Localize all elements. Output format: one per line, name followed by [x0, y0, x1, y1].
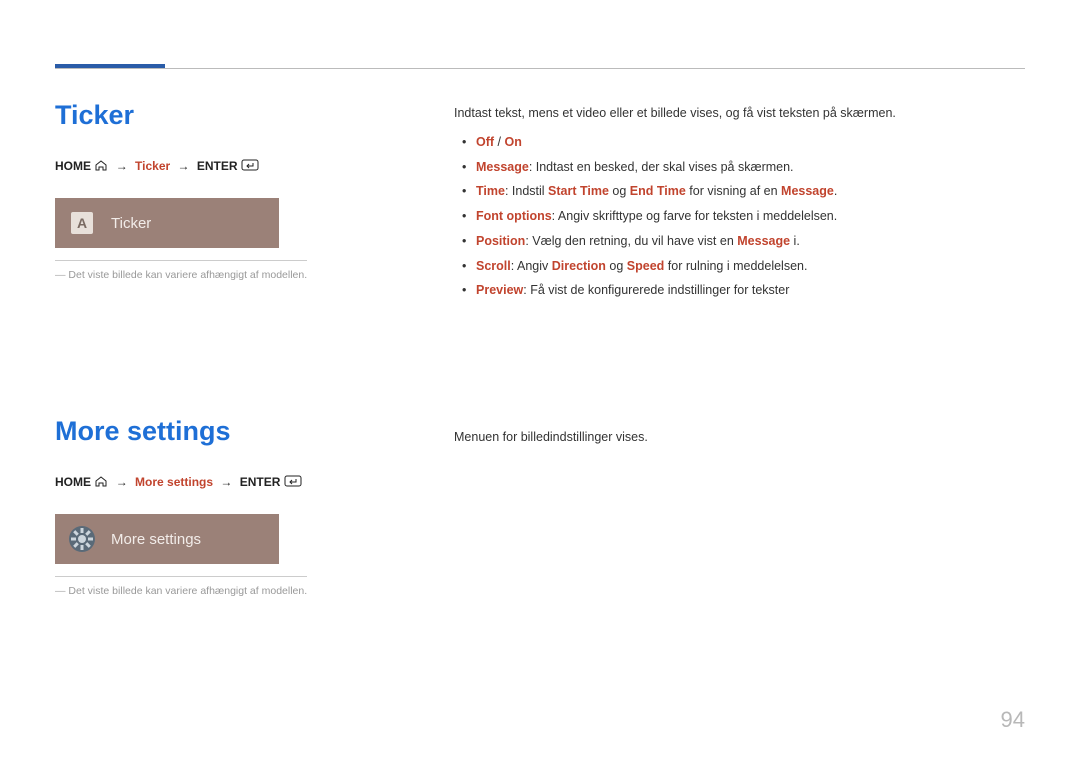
breadcrumb-home: HOME: [55, 159, 91, 173]
more-settings-breadcrumb: HOME → More settings → ENTER: [55, 475, 395, 490]
label-off: Off: [476, 135, 494, 149]
label-message: Message: [476, 160, 529, 174]
ticker-bullet-list: Off / On Message: Indtast en besked, der…: [454, 133, 1014, 300]
s3: for rulning i meddelelsen.: [664, 259, 807, 273]
page-number: 94: [1001, 707, 1025, 733]
bullet-position: Position: Vælg den retning, du vil have …: [454, 232, 1014, 251]
bullet-font-options: Font options: Angiv skrifttype og farve …: [454, 207, 1014, 226]
more-settings-left-column: More settings HOME → More settings → ENT…: [55, 416, 395, 597]
bullet-off-on: Off / On: [454, 133, 1014, 152]
bullet-message: Message: Indtast en besked, der skal vis…: [454, 158, 1014, 177]
slash: /: [494, 135, 504, 149]
t4: .: [834, 184, 837, 198]
more-settings-tile-icon: [67, 524, 97, 554]
label-start-time: Start Time: [548, 184, 609, 198]
more-settings-tile: More settings: [55, 514, 279, 564]
ticker-right-column: Indtast tekst, mens et video eller et bi…: [454, 104, 1014, 306]
text-font: : Angiv skrifttype og farve for teksten …: [552, 209, 838, 223]
enter-icon: [241, 159, 259, 174]
label-position: Position: [476, 234, 525, 248]
ticker-tile-label: Ticker: [111, 215, 151, 232]
t3: for visning af en: [686, 184, 781, 198]
ticker-tile: A Ticker: [55, 198, 279, 248]
more-settings-note: Det viste billede kan variere afhængigt …: [55, 585, 395, 597]
arrow-icon: →: [216, 475, 236, 489]
arrow-icon: →: [174, 159, 194, 173]
ticker-intro: Indtast tekst, mens et video eller et bi…: [454, 104, 1014, 123]
home-icon: [94, 160, 108, 174]
label-time: Time: [476, 184, 505, 198]
label-speed: Speed: [627, 259, 665, 273]
label-end-time: End Time: [630, 184, 686, 198]
p2: i.: [790, 234, 800, 248]
arrow-icon: →: [112, 159, 132, 173]
more-settings-intro: Menuen for billedindstillinger vises.: [454, 428, 1014, 447]
breadcrumb-mid: Ticker: [135, 159, 170, 173]
ticker-left-column: Ticker HOME → Ticker → ENTER A Ticker De…: [55, 100, 395, 281]
label-direction: Direction: [552, 259, 606, 273]
divider: [55, 576, 307, 577]
label-scroll: Scroll: [476, 259, 511, 273]
home-icon: [94, 476, 108, 490]
label-message-ref2: Message: [737, 234, 790, 248]
text-message: : Indtast en besked, der skal vises på s…: [529, 160, 794, 174]
ticker-note: Det viste billede kan variere afhængigt …: [55, 269, 395, 281]
label-on: On: [504, 135, 521, 149]
t1: : Indstil: [505, 184, 548, 198]
arrow-icon: →: [112, 475, 132, 489]
label-font-options: Font options: [476, 209, 552, 223]
divider: [55, 260, 307, 261]
text-preview: : Få vist de konfigurerede indstillinger…: [523, 283, 789, 297]
s2: og: [606, 259, 627, 273]
ticker-tile-icon: A: [67, 208, 97, 238]
gear-icon: [67, 524, 97, 554]
breadcrumb-enter: ENTER: [240, 475, 281, 489]
bullet-scroll: Scroll: Angiv Direction og Speed for rul…: [454, 257, 1014, 276]
enter-icon: [284, 475, 302, 490]
breadcrumb-mid: More settings: [135, 475, 213, 489]
t2: og: [609, 184, 630, 198]
label-message-ref: Message: [781, 184, 834, 198]
more-settings-right-column: Menuen for billedindstillinger vises.: [454, 428, 1014, 447]
p1: : Vælg den retning, du vil have vist en: [525, 234, 737, 248]
label-preview: Preview: [476, 283, 523, 297]
more-settings-heading: More settings: [55, 416, 395, 447]
bullet-preview: Preview: Få vist de konfigurerede indsti…: [454, 281, 1014, 300]
more-settings-tile-label: More settings: [111, 531, 201, 548]
bullet-time: Time: Indstil Start Time og End Time for…: [454, 182, 1014, 201]
ticker-breadcrumb: HOME → Ticker → ENTER: [55, 159, 395, 174]
s1: : Angiv: [511, 259, 552, 273]
letter-a-icon: A: [71, 212, 93, 234]
ticker-heading: Ticker: [55, 100, 395, 131]
header-rule: [55, 68, 1025, 69]
breadcrumb-home: HOME: [55, 475, 91, 489]
breadcrumb-enter: ENTER: [197, 159, 238, 173]
